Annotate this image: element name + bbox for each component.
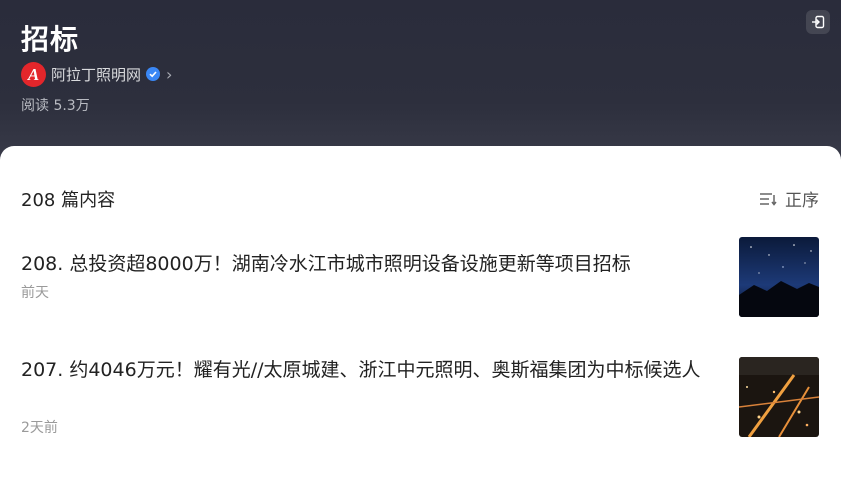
verified-icon bbox=[146, 67, 161, 81]
article-title: 207. 约4046万元！耀有光//太原城建、浙江中元照明、奥斯福集团为中标候选… bbox=[21, 359, 701, 381]
exit-icon bbox=[812, 15, 825, 29]
author-logo-letter: A bbox=[27, 64, 40, 84]
article-time: 前天 bbox=[21, 285, 49, 301]
chevron-right-icon: › bbox=[166, 64, 173, 84]
sort-label: 正序 bbox=[785, 191, 819, 211]
content-count: 208 篇内容 bbox=[21, 190, 116, 211]
read-count: 阅读 5.3万 bbox=[21, 98, 90, 114]
author-avatar: A bbox=[21, 61, 46, 87]
list-item[interactable]: 208. 总投资超8000万！湖南冷水江市城市照明设备设施更新等项目招标 前天 bbox=[21, 237, 819, 317]
article-list-panel: 208 篇内容 正序 208. 总投资超8000万！湖南冷水江市城市照明设备设施… bbox=[0, 146, 841, 477]
page-title: 招标 bbox=[21, 23, 80, 56]
article-thumbnail bbox=[739, 237, 819, 317]
author-link[interactable]: A 阿拉丁照明网 › bbox=[21, 61, 172, 87]
list-item[interactable]: 207. 约4046万元！耀有光//太原城建、浙江中元照明、奥斯福集团为中标候选… bbox=[21, 357, 819, 437]
collection-header: 招标 A 阿拉丁照明网 › 阅读 5.3万 bbox=[0, 0, 841, 170]
sort-icon bbox=[760, 192, 777, 206]
article-title: 208. 总投资超8000万！湖南冷水江市城市照明设备设施更新等项目招标 bbox=[21, 253, 631, 275]
article-thumbnail bbox=[739, 357, 819, 437]
exit-button[interactable] bbox=[806, 10, 830, 34]
article-time: 2天前 bbox=[21, 420, 58, 436]
sort-button[interactable]: 正序 bbox=[759, 186, 819, 211]
author-name: 阿拉丁照明网 bbox=[51, 65, 142, 84]
